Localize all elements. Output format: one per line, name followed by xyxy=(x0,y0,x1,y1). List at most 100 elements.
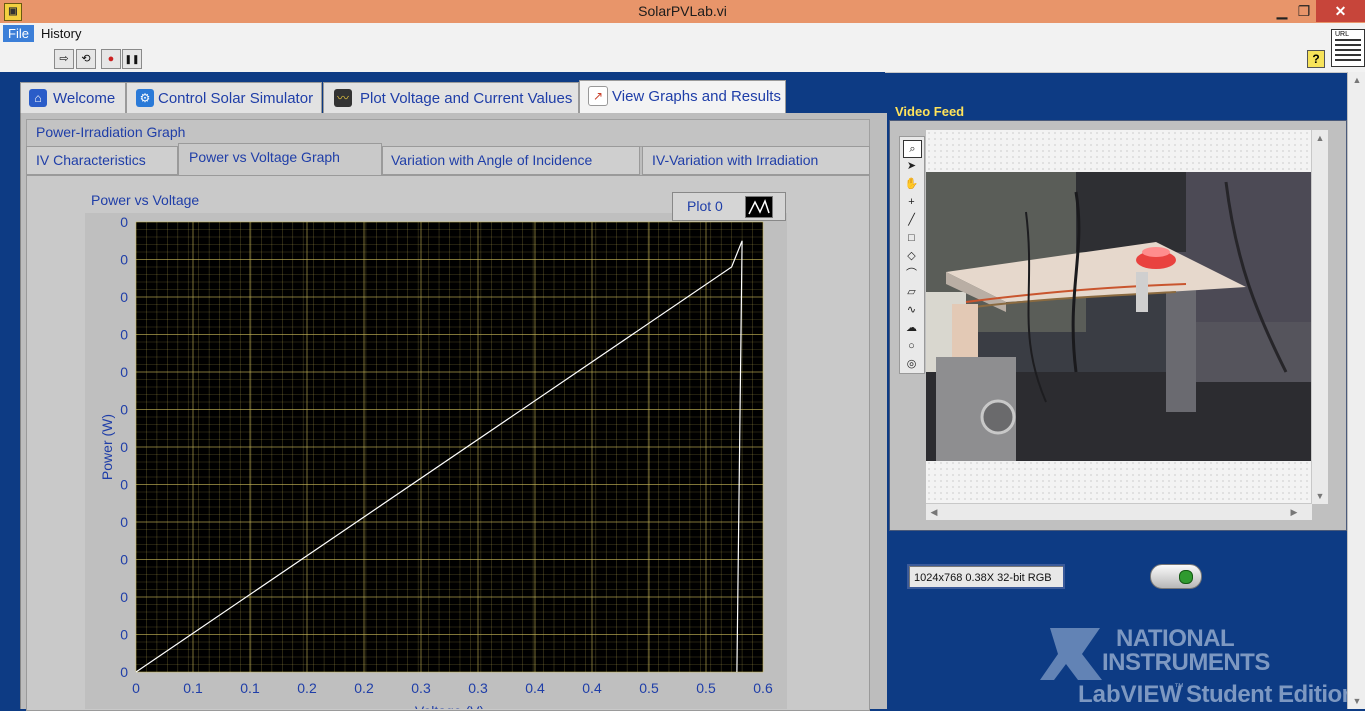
vi-toolbar: ⇨ ⟲ ● ❚❚ ? xyxy=(0,44,1365,73)
scroll-right-arrow[interactable]: ▶ xyxy=(1288,506,1300,518)
pointer-icon[interactable]: ➤ xyxy=(903,158,920,174)
annulus-icon[interactable]: ◎ xyxy=(903,356,920,372)
tab-control-solar-simulator[interactable]: ⚙ Control Solar Simulator xyxy=(126,82,322,114)
y-tick-label: 0 xyxy=(120,439,128,455)
line-icon[interactable]: ╱ xyxy=(903,212,920,228)
tab-plot-voltage-current[interactable]: 〰 Plot Voltage and Current Values xyxy=(323,82,579,114)
pause-button[interactable]: ❚❚ xyxy=(122,49,142,69)
x-tick-label: 0 xyxy=(132,680,140,696)
help-button[interactable]: ? xyxy=(1307,50,1325,68)
chart-icon: 〰 xyxy=(334,89,352,107)
scroll-down-arrow[interactable]: ▼ xyxy=(1314,490,1326,502)
y-tick-label: 0 xyxy=(120,477,128,493)
crosshair-icon[interactable]: + xyxy=(903,194,920,210)
legend-line-sample xyxy=(745,196,773,218)
camera-image[interactable] xyxy=(926,172,1311,461)
logo-line4: Student Edition xyxy=(1186,681,1356,708)
url-icon[interactable]: URL xyxy=(1331,29,1365,67)
x-tick-label: 0.6 xyxy=(753,680,773,696)
logo-line2: INSTRUMENTS xyxy=(1102,649,1270,676)
x-tick-label: 0.4 xyxy=(582,680,602,696)
tab-view-graphs-results[interactable]: ↗ View Graphs and Results xyxy=(579,80,786,115)
tab-label: Control Solar Simulator xyxy=(158,90,314,107)
tab-label: Plot Voltage and Current Values xyxy=(360,90,573,107)
pan-icon[interactable]: ✋ xyxy=(903,176,920,192)
close-button[interactable]: ✕ xyxy=(1316,0,1365,22)
camera-snapshot xyxy=(926,172,1311,461)
run-continuously-button[interactable]: ⟲ xyxy=(76,49,96,69)
power-voltage-graph[interactable]: 0 0.1 0.1 0.2 0.2 0.3 0.3 0.4 0.4 0.5 0.5 0.6 0 0 0 0 0 0… xyxy=(85,213,787,709)
x-tick-label: 0.5 xyxy=(696,680,716,696)
x-tick-label: 0.3 xyxy=(468,680,488,696)
tab-welcome[interactable]: ⌂ Welcome xyxy=(20,82,126,114)
url-label: URL xyxy=(1335,31,1350,38)
y-tick-label: 0 xyxy=(120,327,128,343)
menu-bar: File History xyxy=(0,23,1365,44)
zoom-icon[interactable]: ⌕ xyxy=(903,140,922,158)
chart-svg: 0 0.1 0.1 0.2 0.2 0.3 0.3 0.4 0.4 0.5 0.5 0.6000000… xyxy=(99,214,773,709)
y-tick-label: 0 xyxy=(120,214,128,230)
home-icon: ⌂ xyxy=(29,89,47,107)
run-button[interactable]: ⇨ xyxy=(54,49,74,69)
y-tick-label: 0 xyxy=(120,514,128,530)
oval-icon[interactable]: ○ xyxy=(903,338,920,354)
logo-line1: NATIONAL xyxy=(1116,625,1234,652)
x-tick-label: 0.5 xyxy=(639,680,659,696)
legend-label: Plot 0 xyxy=(687,198,723,214)
tab-label: View Graphs and Results xyxy=(612,88,781,105)
y-tick-label: 0 xyxy=(120,589,128,605)
rotated-rect-icon[interactable]: ◇ xyxy=(903,248,920,264)
control-icon: ⚙ xyxy=(136,89,154,107)
window-scrollbar[interactable]: ▲ ▼ xyxy=(1347,72,1365,709)
subtab-power-vs-voltage[interactable]: Power vs Voltage Graph xyxy=(178,143,382,175)
graph-title: Power vs Voltage xyxy=(91,192,200,208)
freehand-icon[interactable]: ∿ xyxy=(903,302,920,318)
horizontal-scrollbar[interactable]: ◀ ▶ xyxy=(926,503,1312,520)
green-led-icon xyxy=(1179,570,1193,584)
logo-line3: LabVIEW xyxy=(1078,681,1182,708)
eagle-icon xyxy=(1040,628,1102,680)
x-tick-label: 0.1 xyxy=(240,680,260,696)
window-scroll-down-arrow[interactable]: ▼ xyxy=(1351,695,1363,707)
y-tick-label: 0 xyxy=(120,627,128,643)
y-tick-label: 0 xyxy=(120,664,128,680)
freehand-region-icon[interactable]: ☁ xyxy=(903,320,920,336)
subtab-power-irradiation[interactable]: Power-Irradiation Graph xyxy=(26,119,226,146)
window-title: SolarPVLab.vi xyxy=(638,3,727,19)
y-tick-label: 0 xyxy=(120,289,128,305)
y-tick-label: 0 xyxy=(120,364,128,380)
window-scroll-up-arrow[interactable]: ▲ xyxy=(1351,74,1363,86)
abort-button[interactable]: ● xyxy=(101,49,121,69)
y-axis-label: Power (W) xyxy=(99,414,115,480)
vertical-scrollbar[interactable]: ▲ ▼ xyxy=(1311,130,1328,504)
subtab-angle-of-incidence[interactable]: Variation with Angle of Incidence xyxy=(382,146,640,175)
menu-file[interactable]: File xyxy=(3,25,34,42)
image-tools-palette: ⌕ ➤ ✋ + ╱ □ ◇ ⌒ ▱ ∿ ☁ ○ ◎ xyxy=(899,136,925,374)
title-bar: ▣ SolarPVLab.vi ▁ ❐ ✕ xyxy=(0,0,1365,23)
x-tick-label: 0.3 xyxy=(411,680,431,696)
y-tick-label: 0 xyxy=(120,402,128,418)
x-tick-label: 0.2 xyxy=(297,680,317,696)
x-axis-label: Voltage (V) xyxy=(415,703,484,709)
menu-history[interactable]: History xyxy=(36,25,86,42)
scroll-left-arrow[interactable]: ◀ xyxy=(928,506,940,518)
video-feed-label: Video Feed xyxy=(895,104,965,119)
subtab-iv-characteristics[interactable]: IV Characteristics xyxy=(26,146,178,175)
y-tick-label: 0 xyxy=(120,252,128,268)
plot-legend[interactable]: Plot 0 xyxy=(672,192,786,221)
y-tick-label: 0 xyxy=(120,552,128,568)
subtab-iv-variation-irradiation[interactable]: IV-Variation with Irradiation xyxy=(642,146,870,175)
tab-label: Welcome xyxy=(53,90,116,107)
x-tick-label: 0.2 xyxy=(354,680,374,696)
ni-labview-logo: NATIONAL INSTRUMENTS LabVIEW ™ Student E… xyxy=(1040,625,1356,708)
polyline-icon[interactable]: ⌒ xyxy=(903,266,920,282)
polygon-icon[interactable]: ▱ xyxy=(903,284,920,300)
logo-tm: ™ xyxy=(1174,682,1184,693)
x-tick-label: 0.1 xyxy=(183,680,203,696)
image-info-indicator: 1024x768 0.38X 32-bit RGB xyxy=(907,564,1065,589)
x-tick-label: 0.4 xyxy=(525,680,545,696)
rectangle-icon[interactable]: □ xyxy=(903,230,920,246)
led-toggle-button[interactable] xyxy=(1150,564,1202,589)
graph-icon: ↗ xyxy=(588,86,608,106)
scroll-up-arrow[interactable]: ▲ xyxy=(1314,132,1326,144)
